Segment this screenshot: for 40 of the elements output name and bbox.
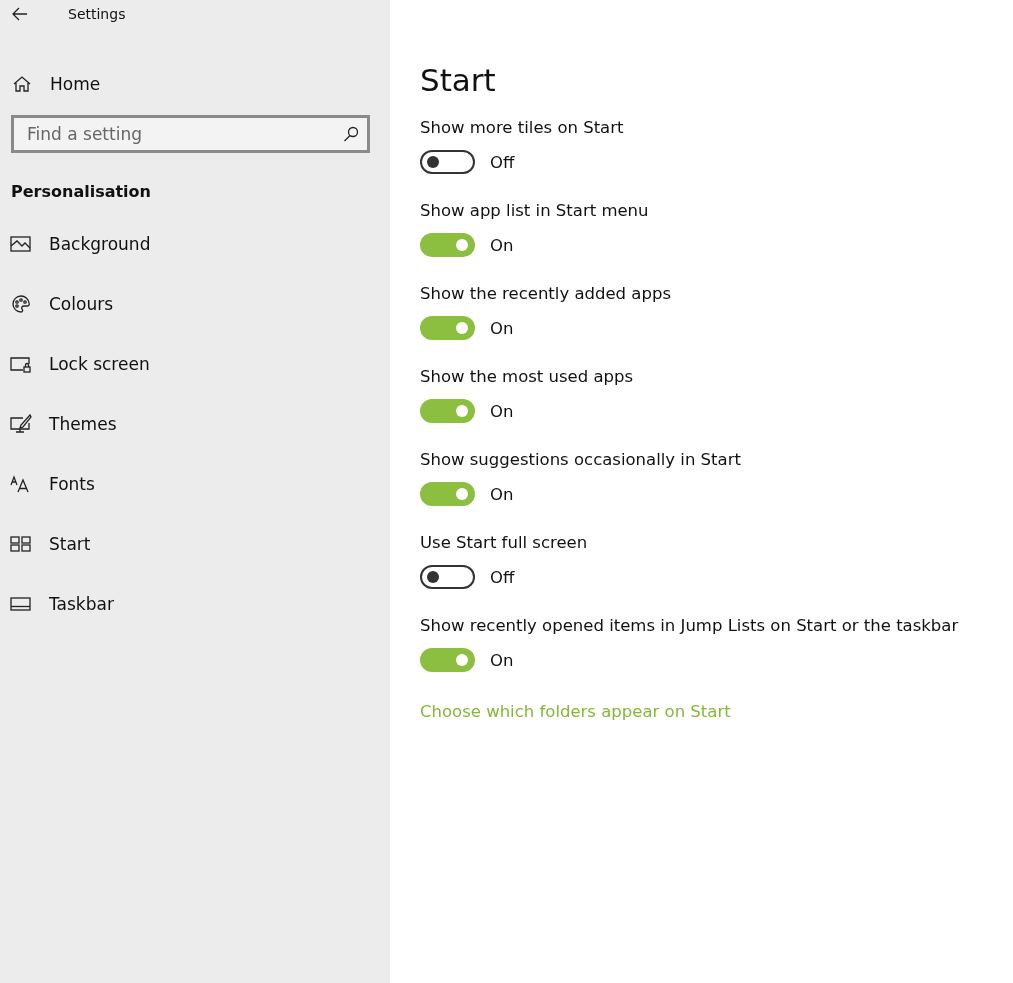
toggle-switch[interactable] <box>420 482 475 506</box>
section-heading: Personalisation <box>11 182 152 201</box>
toggle-state: On <box>490 650 514 670</box>
toggle-state: Off <box>490 567 515 587</box>
toggle-state: On <box>490 235 514 255</box>
window-title: Settings <box>68 6 126 22</box>
back-arrow-icon[interactable] <box>12 7 28 21</box>
toggle-switch[interactable] <box>420 316 475 340</box>
toggle-state: Off <box>490 152 515 172</box>
setting-label: Show the most used apps <box>420 367 635 386</box>
picture-icon <box>10 233 32 254</box>
toggle-switch[interactable] <box>420 233 475 257</box>
home-icon <box>11 74 33 94</box>
toggle-state: On <box>490 401 514 421</box>
sidebar-item[interactable]: Fonts <box>0 469 390 498</box>
search-icon <box>343 126 359 142</box>
home-nav-item[interactable]: Home <box>0 70 390 98</box>
sidebar-item[interactable]: Lock screen <box>0 349 390 378</box>
setting-label: Use Start full screen <box>420 533 589 552</box>
setting-label: Show the recently added apps <box>420 284 672 303</box>
sidebar-item[interactable]: Themes <box>0 409 390 438</box>
toggle-switch[interactable] <box>420 399 475 423</box>
setting-label: Show suggestions occasionally in Start <box>420 450 742 469</box>
toggle-state: On <box>490 318 514 338</box>
toggle-switch[interactable] <box>420 648 475 672</box>
sidebar-item[interactable]: Taskbar <box>0 589 390 618</box>
palette-icon <box>10 293 32 314</box>
tiles-icon <box>10 533 32 554</box>
sidebar-item[interactable]: Start <box>0 529 390 558</box>
sidebar-item[interactable]: Background <box>0 229 390 258</box>
page-title: Start <box>420 62 497 98</box>
setting-label: Show app list in Start menu <box>420 201 650 220</box>
toggle-switch[interactable] <box>420 565 475 589</box>
search-field[interactable]: Find a setting <box>11 115 370 153</box>
toggle-state: On <box>490 484 514 504</box>
setting-label: Show recently opened items in Jump Lists on Start or the taskbar <box>420 616 960 635</box>
paintbrush-monitor-icon <box>10 413 32 434</box>
toggle-switch[interactable] <box>420 150 475 174</box>
setting-label: Show more tiles on Start <box>420 118 625 137</box>
sidebar-item[interactable]: Colours <box>0 289 390 318</box>
